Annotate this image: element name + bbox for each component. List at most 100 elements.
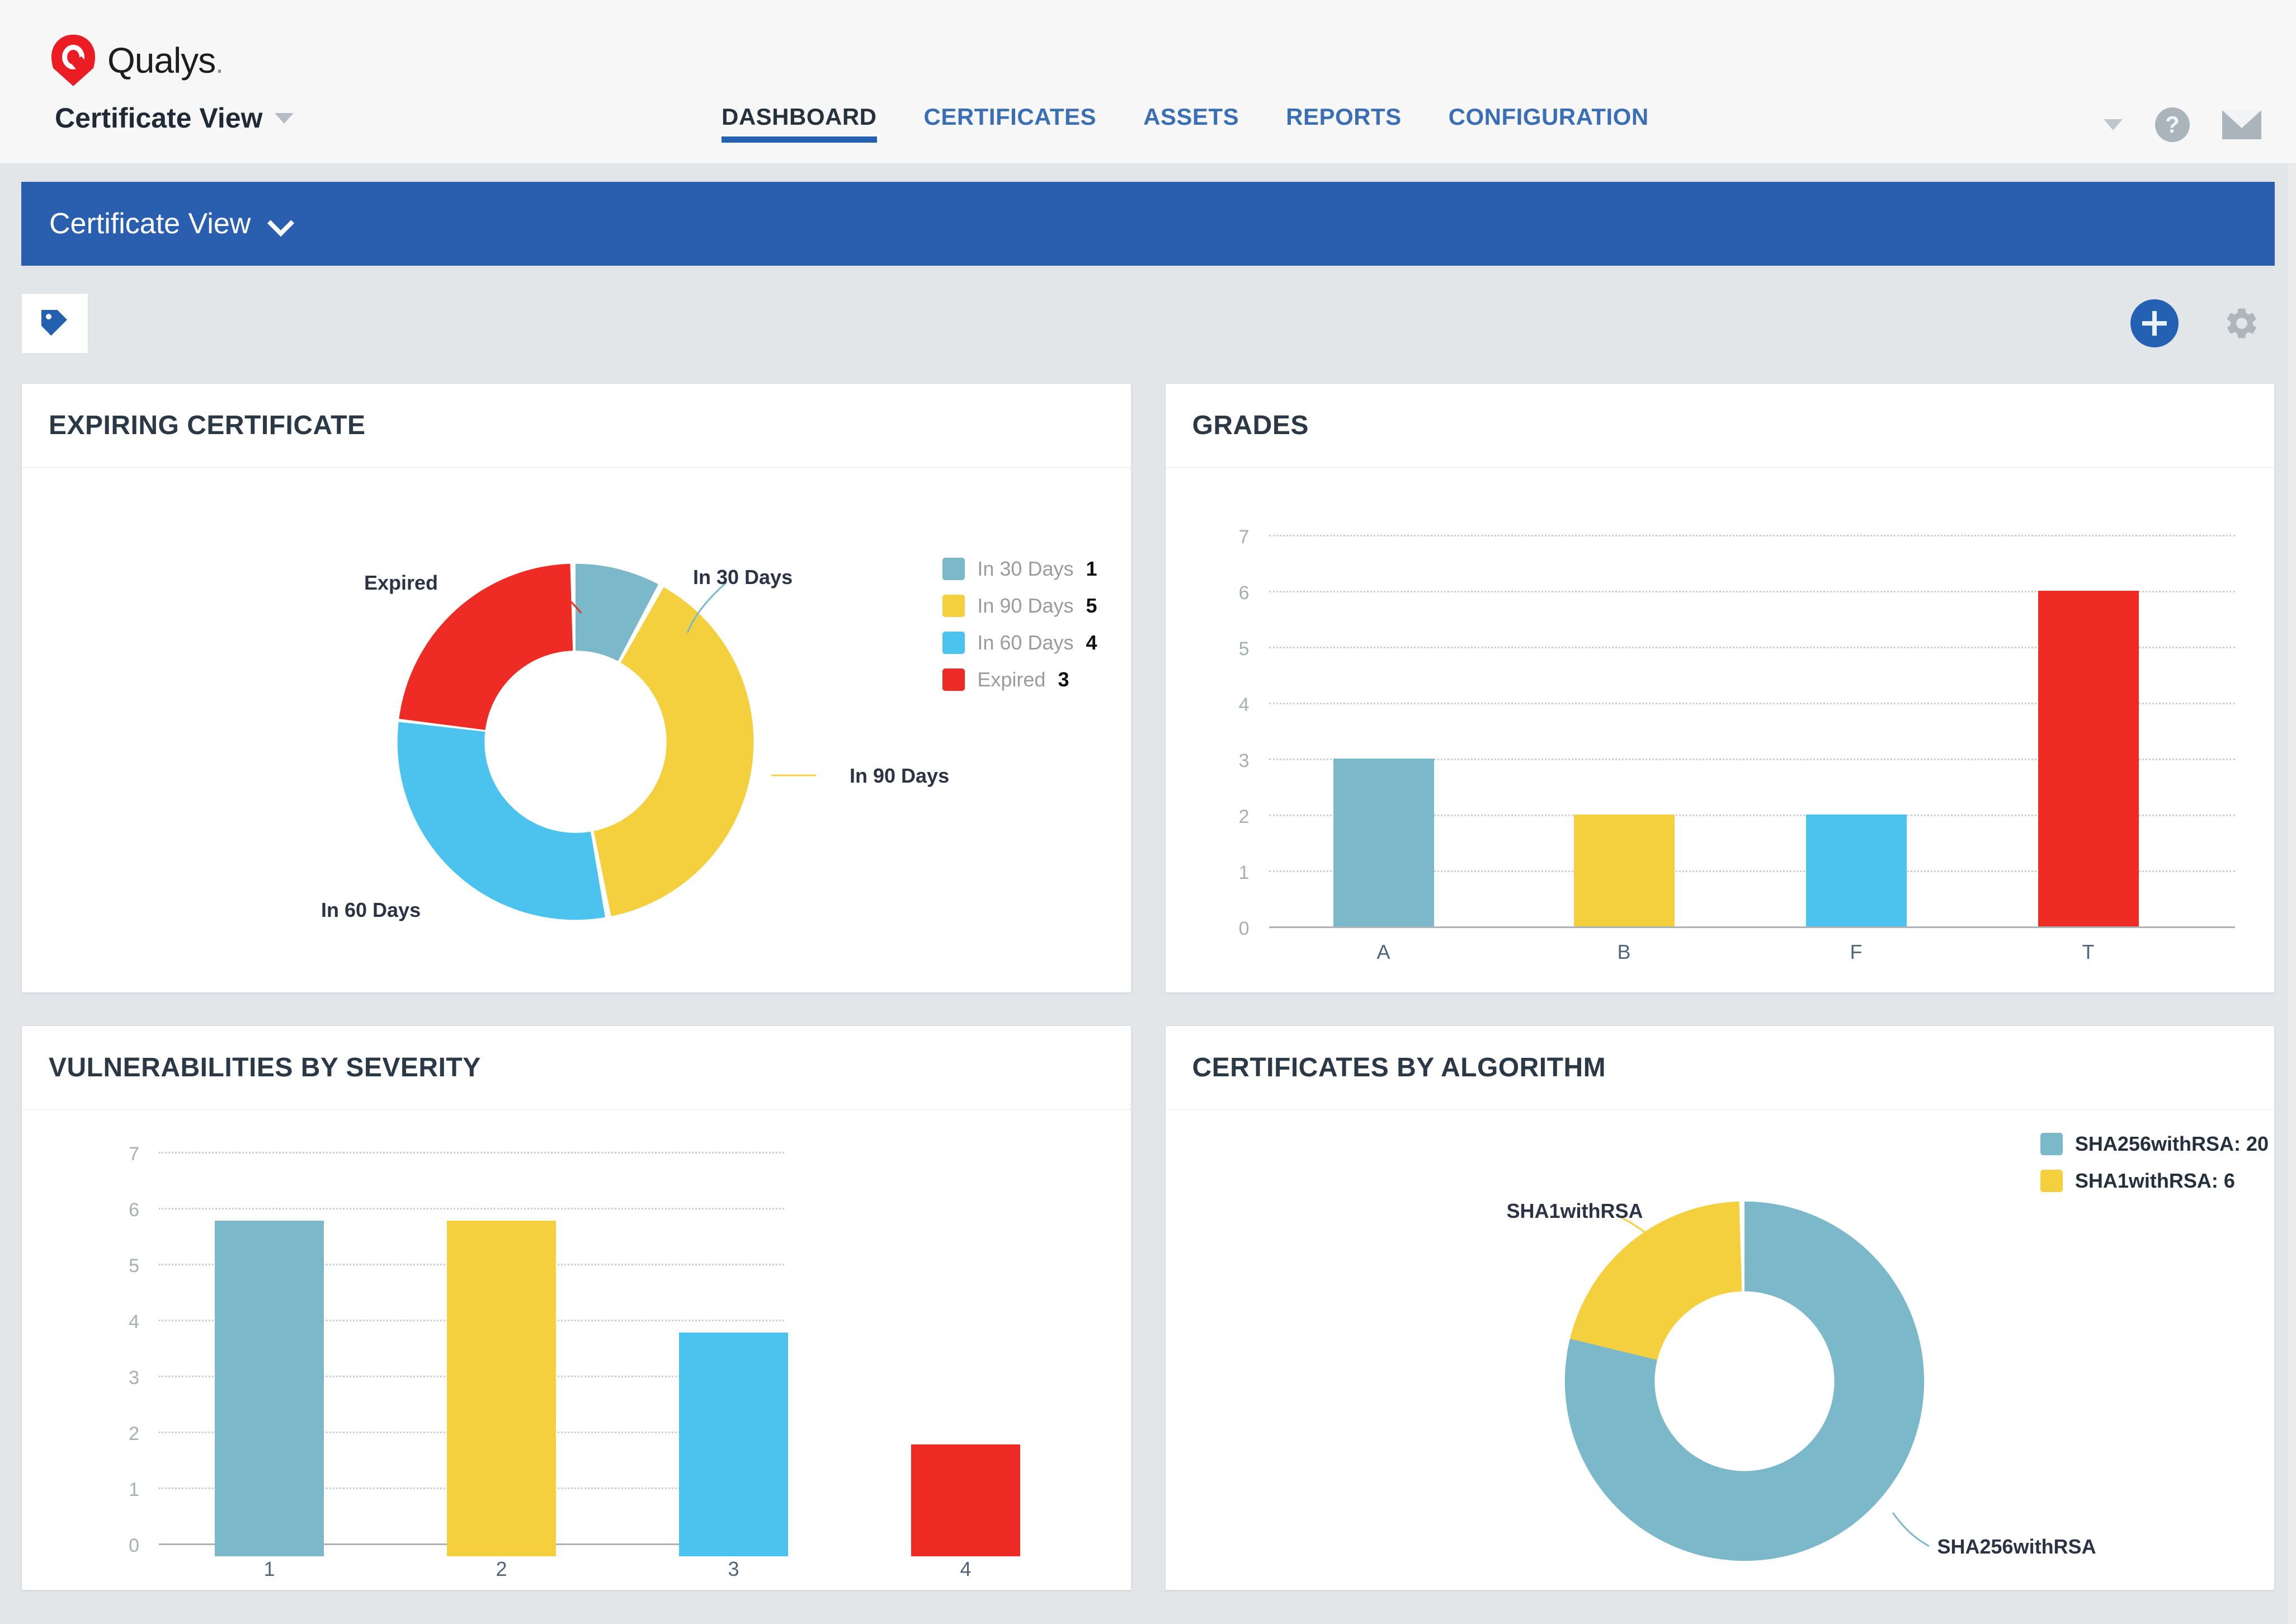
tag-icon (39, 308, 70, 339)
legend-item[interactable]: Expired 3 (942, 668, 1097, 691)
legend-swatch-icon (942, 558, 965, 580)
dashboard-selector-label: Certificate View (49, 207, 251, 241)
bar-b[interactable] (1574, 815, 1675, 926)
bar-4[interactable] (911, 1444, 1020, 1556)
legend-value: 4 (1086, 631, 1097, 655)
nav-item-assets[interactable]: ASSETS (1143, 103, 1239, 143)
legend-item[interactable]: In 90 Days 5 (942, 594, 1097, 618)
brand-name: Qualys. (107, 40, 223, 81)
dashboard-toolbar (21, 281, 2275, 365)
y-tick: 0 (1216, 918, 1250, 940)
widget-body: 7 6 5 4 3 2 1 0 1 (22, 1110, 1131, 1590)
x-tick: T (2038, 940, 2139, 964)
gear-icon[interactable] (2223, 305, 2260, 342)
legend-label: In 90 Days (977, 594, 1073, 618)
widget-vulnerabilities-by-severity[interactable]: VULNERABILITIES BY SEVERITY 7 6 5 4 3 2 … (21, 1025, 1132, 1590)
help-icon[interactable]: ? (2155, 107, 2190, 142)
x-tick: 3 (679, 1557, 788, 1581)
header-actions: ? (2104, 107, 2261, 142)
qualys-logo-icon (51, 35, 95, 86)
page-scrollbar[interactable] (2288, 164, 2296, 1624)
gridline (1269, 535, 2236, 536)
widget-grades[interactable]: GRADES 7 6 5 4 3 2 1 0 (1165, 383, 2275, 993)
widget-title: EXPIRING CERTIFICATE (49, 410, 365, 441)
y-tick: 1 (106, 1479, 139, 1501)
y-tick: 3 (1216, 750, 1250, 772)
x-tick: 4 (911, 1557, 1020, 1581)
x-tick: B (1574, 940, 1675, 964)
add-widget-button[interactable] (2130, 299, 2179, 347)
bar-1[interactable] (215, 1221, 324, 1556)
gridline (159, 1208, 784, 1209)
widget-certificates-by-algorithm[interactable]: CERTIFICATES BY ALGORITHM SHA1withRSA (1165, 1025, 2275, 1590)
bar-a[interactable] (1333, 759, 1434, 926)
nav-item-reports[interactable]: REPORTS (1286, 103, 1402, 143)
legend-label: In 30 Days (977, 557, 1073, 581)
legend-swatch-icon (942, 595, 965, 617)
x-tick: 1 (215, 1557, 324, 1581)
y-tick: 6 (106, 1199, 139, 1221)
nav-item-certificates[interactable]: CERTIFICATES (924, 103, 1097, 143)
legend-value: 5 (1086, 594, 1097, 618)
bar-3[interactable] (679, 1333, 788, 1556)
y-tick: 4 (1216, 694, 1250, 716)
module-switcher[interactable]: Certificate View (55, 102, 294, 134)
vulnerabilities-bar-chart: 7 6 5 4 3 2 1 0 1 (22, 1110, 1131, 1590)
y-tick: 0 (106, 1535, 139, 1557)
gridline (159, 1152, 784, 1154)
legend-label: In 60 Days (977, 631, 1073, 655)
nav-item-configuration[interactable]: CONFIGURATION (1449, 103, 1649, 143)
dashboard-selector-bar[interactable]: Certificate View (21, 182, 2275, 266)
y-tick: 2 (1216, 806, 1250, 828)
legend-value: 3 (1058, 668, 1069, 691)
widget-expiring-certificate[interactable]: EXPIRING CERTIFICATE (21, 383, 1132, 993)
chevron-down-icon[interactable] (270, 214, 290, 234)
bar-f[interactable] (1806, 815, 1907, 926)
legend-swatch-icon (942, 632, 965, 654)
main-navigation: DASHBOARD CERTIFICATES ASSETS REPORTS CO… (722, 103, 1649, 143)
tag-filter-button[interactable] (21, 293, 88, 354)
callout-in-60-days: In 60 Days (321, 898, 421, 922)
x-tick: 2 (447, 1557, 556, 1581)
legend-swatch-icon (942, 669, 965, 691)
widget-header: CERTIFICATES BY ALGORITHM (1166, 1026, 2275, 1110)
legend-swatch-icon (2040, 1133, 2063, 1155)
brand-logo[interactable]: Qualys. (51, 35, 223, 86)
expiring-donut-chart: In 30 Days Expired In 90 Days In 60 Days… (22, 468, 1131, 992)
widget-header: GRADES (1166, 384, 2275, 468)
nav-item-dashboard[interactable]: DASHBOARD (722, 103, 877, 143)
widget-header: EXPIRING CERTIFICATE (22, 384, 1131, 468)
toolbar-actions (2130, 299, 2275, 347)
brand-dot: . (215, 47, 223, 79)
y-tick: 5 (106, 1255, 139, 1277)
callout-sha1withrsa: SHA1withRSA (1507, 1199, 1643, 1223)
x-axis-line (1269, 926, 2236, 928)
expiring-legend: In 30 Days 1 In 90 Days 5 In 60 Days 4 (942, 557, 1097, 691)
x-tick: F (1806, 940, 1907, 964)
callout-sha256withrsa: SHA256withRSA (1937, 1535, 2096, 1559)
top-header: Qualys. Certificate View DASHBOARD CERTI… (0, 0, 2296, 164)
legend-item[interactable]: SHA1withRSA: 6 (2040, 1169, 2269, 1193)
algorithm-donut-chart: SHA1withRSA SHA256withRSA SHA256withRSA:… (1166, 1110, 2275, 1590)
legend-item[interactable]: In 60 Days 4 (942, 631, 1097, 655)
bar-t[interactable] (2038, 591, 2139, 926)
grades-bar-chart: 7 6 5 4 3 2 1 0 A (1166, 468, 2275, 992)
legend-item[interactable]: In 30 Days 1 (942, 557, 1097, 581)
widget-title: CERTIFICATES BY ALGORITHM (1192, 1052, 1606, 1083)
legend-value: 1 (1086, 557, 1097, 581)
widget-body: 7 6 5 4 3 2 1 0 A (1166, 468, 2275, 992)
widget-grid: EXPIRING CERTIFICATE (21, 383, 2275, 1590)
legend-item[interactable]: SHA256withRSA: 20 (2040, 1132, 2269, 1156)
bar-2[interactable] (447, 1221, 556, 1556)
widget-header: VULNERABILITIES BY SEVERITY (22, 1026, 1131, 1110)
callout-in-30-days: In 30 Days (693, 566, 793, 589)
y-tick: 1 (1216, 862, 1250, 884)
user-menu-chevron-down-icon[interactable] (2104, 119, 2123, 130)
legend-label: SHA256withRSA: 20 (2075, 1132, 2269, 1156)
chevron-down-icon[interactable] (275, 113, 294, 124)
legend-label: Expired (977, 668, 1045, 691)
mail-icon[interactable] (2222, 110, 2261, 139)
widget-body: In 30 Days Expired In 90 Days In 60 Days… (22, 468, 1131, 992)
legend-swatch-icon (2040, 1170, 2063, 1192)
y-tick: 4 (106, 1311, 139, 1333)
